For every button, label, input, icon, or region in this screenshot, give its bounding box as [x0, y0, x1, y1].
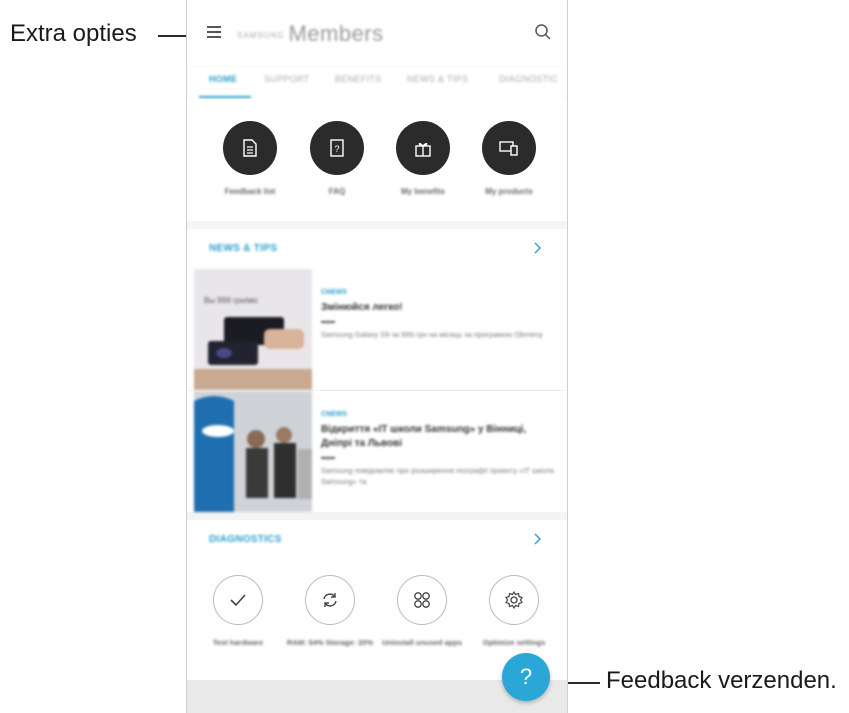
quick-action-label: My benefits: [400, 187, 445, 196]
news-text: CNEWS Змінюйся легко! Samsung Galaxy S9 …: [321, 289, 557, 340]
devices-icon: [482, 121, 536, 175]
quick-action-label: Feedback list: [224, 187, 276, 196]
news-thumbnail: [194, 391, 312, 512]
feedback-fab-button[interactable]: ?: [502, 653, 550, 701]
tab-home[interactable]: HOME: [209, 74, 237, 84]
tab-support[interactable]: SUPPORT: [264, 74, 309, 84]
diagnostic-test-hardware[interactable]: Test hardware: [193, 575, 283, 648]
app-bar: SAMSUNG Members: [187, 0, 567, 66]
diagnostics-header[interactable]: DIAGNOSTICS: [187, 520, 567, 557]
tab-benefits[interactable]: BENEFITS: [335, 74, 381, 84]
settings-icon: [489, 575, 539, 625]
news-tips-header[interactable]: NEWS & TIPS: [187, 229, 567, 269]
news-item[interactable]: CNEWS Відкриття «IT школи Samsung» у Він…: [187, 391, 567, 512]
tab-bar: HOME SUPPORT BENEFITS NEWS & TIPS DIAGNO…: [187, 66, 567, 99]
gift-icon: [396, 121, 450, 175]
diagnostic-optimize-settings[interactable]: Optimize settings: [469, 575, 559, 648]
diagnostic-memory[interactable]: RAM: 54% Storage: 20%: [285, 575, 375, 648]
app-brand: SAMSUNG: [237, 30, 285, 40]
check-icon: [213, 575, 263, 625]
apps-grid-icon: [397, 575, 447, 625]
diagnostic-label: Uninstall unused apps: [381, 638, 462, 647]
quick-action-my-benefits[interactable]: My benefits: [383, 121, 463, 196]
svg-text:?: ?: [334, 144, 339, 154]
document-icon: [223, 121, 277, 175]
quick-action-my-products[interactable]: My products: [469, 121, 549, 196]
quick-actions: Feedback list ? FAQ My benefits My produ…: [187, 99, 567, 221]
news-item[interactable]: Вы 999 грн/міс CNEWS Змінюйся легко! Sam…: [187, 269, 567, 390]
news-body: Samsung Galaxy S9 за 999 грн на місяць з…: [321, 330, 543, 339]
news-thumbnail: Вы 999 грн/міс: [194, 269, 312, 390]
news-tag: CNEWS: [321, 411, 348, 418]
tab-news-tips[interactable]: NEWS & TIPS: [407, 74, 468, 84]
callout-extra-options: Extra opties: [10, 20, 137, 47]
news-body: Samsung повідомляє про розширення геогра…: [321, 466, 554, 486]
chevron-right-icon[interactable]: [532, 532, 542, 546]
diagnostic-label: Optimize settings: [482, 638, 546, 647]
phone-screen: SAMSUNG Members HOME SUPPORT BENEFITS NEW…: [186, 0, 568, 713]
tab-diagnostics[interactable]: DIAGNOSTIC: [499, 74, 558, 84]
diagnostic-label: Test hardware: [212, 638, 264, 647]
hamburger-menu-icon[interactable]: [207, 26, 221, 38]
news-divider-dash: [321, 321, 335, 323]
quick-action-label: FAQ: [328, 187, 346, 196]
quick-action-feedback-list[interactable]: Feedback list: [210, 121, 290, 196]
quick-action-faq[interactable]: ? FAQ: [297, 121, 377, 196]
section-title: NEWS & TIPS: [209, 243, 278, 254]
news-title: Змінюйся легко!: [321, 302, 403, 313]
search-icon[interactable]: [534, 23, 552, 41]
news-text: CNEWS Відкриття «IT школи Samsung» у Він…: [321, 411, 557, 487]
news-divider-dash: [321, 457, 335, 459]
refresh-icon: [305, 575, 355, 625]
help-icon: ?: [519, 664, 533, 689]
app-title: SAMSUNG Members: [237, 21, 384, 47]
section-title: DIAGNOSTICS: [209, 534, 282, 545]
callout-send-feedback: Feedback verzenden.: [606, 667, 837, 694]
diagnostic-label: RAM: 54% Storage: 20%: [286, 638, 374, 647]
quick-action-label: My products: [485, 187, 533, 196]
active-tab-indicator: [199, 96, 251, 98]
diagnostic-uninstall-apps[interactable]: Uninstall unused apps: [377, 575, 467, 648]
faq-icon: ?: [310, 121, 364, 175]
chevron-right-icon[interactable]: [532, 241, 542, 255]
app-title-text: Members: [288, 21, 384, 46]
news-tag: CNEWS: [321, 289, 348, 296]
thumbnail-caption: Вы 999 грн/міс: [204, 296, 258, 305]
news-title: Відкриття «IT школи Samsung» у Вінниці, …: [321, 424, 527, 449]
